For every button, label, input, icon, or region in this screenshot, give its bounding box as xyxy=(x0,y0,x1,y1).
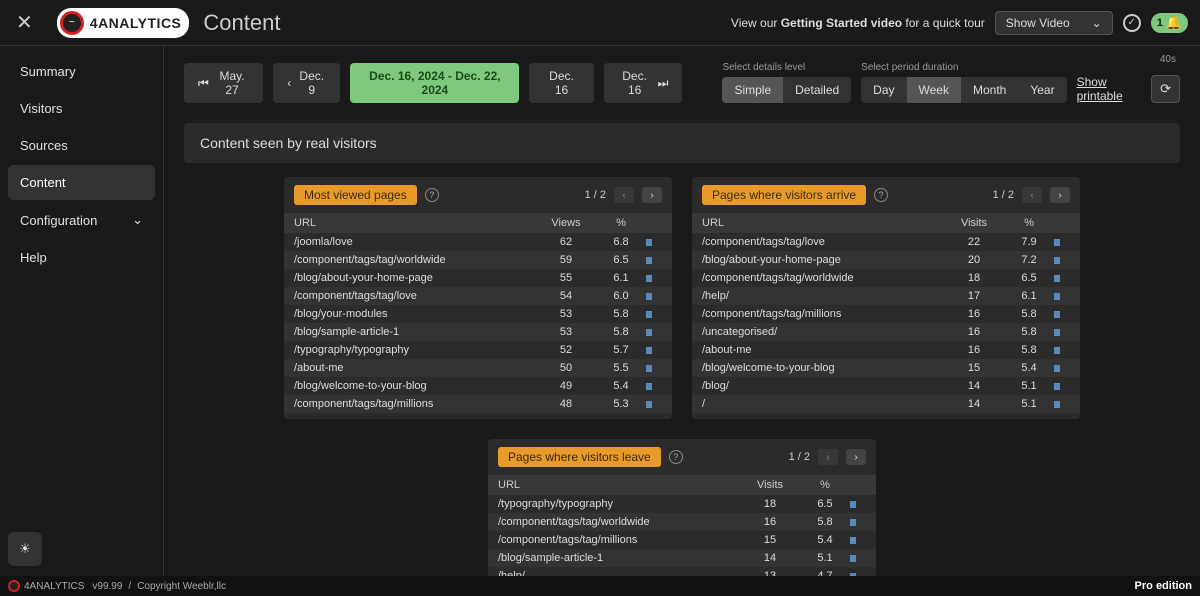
sidebar-item-configuration[interactable]: Configuration⌄ xyxy=(8,202,155,238)
sidebar-item-sources[interactable]: Sources xyxy=(8,128,155,163)
close-icon[interactable]: ✕ xyxy=(12,6,37,39)
card-title: Pages where visitors leave xyxy=(498,447,661,467)
data-card: Pages where visitors leave? 1 / 2 ‹ › URLVis… xyxy=(488,439,876,576)
table-header: URLVisits% xyxy=(488,475,876,495)
table-row[interactable]: /blog/about-your-home-page207.2 xyxy=(692,251,1080,269)
table-row[interactable]: /joomla/love626.8 xyxy=(284,233,672,251)
table-row[interactable]: /blog/145.1 xyxy=(692,377,1080,395)
data-card: Pages where visitors arrive? 1 / 2 ‹ › URLVi… xyxy=(692,177,1080,419)
chevron-down-icon: ⌄ xyxy=(132,212,143,228)
footer-logo: 4ANALYTICS xyxy=(8,580,84,592)
edition-badge: Pro edition xyxy=(1135,580,1192,592)
show-video-button[interactable]: Show Video⌄ xyxy=(995,11,1113,35)
page-next-button[interactable]: › xyxy=(1050,187,1070,203)
table-row[interactable]: /145.1 xyxy=(692,395,1080,413)
page-prev-button[interactable]: ‹ xyxy=(614,187,634,203)
table-row[interactable]: /blog/sample-article-1535.8 xyxy=(284,323,672,341)
chevron-left-icon: ‹ xyxy=(287,76,291,90)
refresh-button[interactable]: ⟳ xyxy=(1151,75,1180,103)
date-first-button[interactable]: ⏮May. 27 xyxy=(184,63,263,103)
page-info: 1 / 2 xyxy=(993,189,1014,201)
card-title: Most viewed pages xyxy=(294,185,417,205)
table-row[interactable]: /blog/welcome-to-your-blog495.4 xyxy=(284,377,672,395)
table-row[interactable]: /uncategorised/165.8 xyxy=(692,323,1080,341)
page-info: 1 / 2 xyxy=(585,189,606,201)
skip-forward-icon: ⏭ xyxy=(658,76,669,91)
date-range-active[interactable]: Dec. 16, 2024 - Dec. 22, 2024 xyxy=(350,63,519,103)
seg-day[interactable]: Day xyxy=(861,77,906,103)
table-row[interactable]: /blog/your-modules535.8 xyxy=(284,305,672,323)
page-prev-button[interactable]: ‹ xyxy=(1022,187,1042,203)
table-row[interactable]: /component/tags/tag/worldwide596.5 xyxy=(284,251,672,269)
seg-month[interactable]: Month xyxy=(961,77,1018,103)
logo-icon xyxy=(8,580,20,592)
sidebar-item-content[interactable]: Content xyxy=(8,165,155,200)
seg-detailed[interactable]: Detailed xyxy=(783,77,851,103)
detail-level-label: Select details level xyxy=(722,62,851,73)
table-row[interactable]: /blog/about-your-home-page556.1 xyxy=(284,269,672,287)
skip-back-icon: ⏮ xyxy=(198,76,209,91)
data-card: Most viewed pages? 1 / 2 ‹ › URLViews%/jooml… xyxy=(284,177,672,419)
footer-version: v99.99 xyxy=(92,581,122,592)
table-row[interactable]: /component/tags/tag/millions485.3 xyxy=(284,395,672,413)
theme-toggle-button[interactable]: ☀ xyxy=(8,532,42,566)
table-row[interactable]: /blog/welcome-to-your-blog155.4 xyxy=(692,359,1080,377)
table-row[interactable]: /typography/typography186.5 xyxy=(488,495,876,513)
table-row[interactable]: /component/tags/tag/millions155.4 xyxy=(488,531,876,549)
footer: 4ANALYTICS v99.99 / Copyright Weeblr,llc… xyxy=(0,576,1200,596)
page-info: 1 / 2 xyxy=(789,451,810,463)
table-header: URLViews% xyxy=(284,213,672,233)
brand-logo[interactable]: ~ 4ANALYTICS xyxy=(57,8,190,38)
chevron-down-icon: ⌄ xyxy=(1092,16,1102,30)
table-row[interactable]: /blog/sample-article-1145.1 xyxy=(488,549,876,567)
sidebar: SummaryVisitorsSourcesContentConfigurati… xyxy=(0,46,164,596)
main-content: 40s ⏮May. 27 ‹Dec. 9 Dec. 16, 2024 - Dec… xyxy=(164,46,1200,576)
card-title: Pages where visitors arrive xyxy=(702,185,866,205)
page-next-button[interactable]: › xyxy=(642,187,662,203)
sidebar-item-visitors[interactable]: Visitors xyxy=(8,91,155,126)
table-row[interactable]: /help/176.1 xyxy=(692,287,1080,305)
refresh-icon: ⟳ xyxy=(1160,81,1171,96)
help-icon[interactable]: ? xyxy=(425,188,439,202)
bell-icon: 🔔 xyxy=(1166,15,1182,31)
sun-icon: ☀ xyxy=(19,541,31,557)
table-header: URLVisits% xyxy=(692,213,1080,233)
brand-text: 4ANALYTICS xyxy=(90,15,182,31)
date-next-button[interactable]: Dec. 16 xyxy=(529,63,593,103)
seg-year[interactable]: Year xyxy=(1018,77,1066,103)
table-row[interactable]: /component/tags/tag/love227.9 xyxy=(692,233,1080,251)
section-title: Content seen by real visitors xyxy=(184,123,1180,163)
app-header: ✕ ~ 4ANALYTICS Content View our Getting … xyxy=(0,0,1200,46)
table-row[interactable]: /component/tags/tag/worldwide186.5 xyxy=(692,269,1080,287)
table-row[interactable]: /typography/typography525.7 xyxy=(284,341,672,359)
sidebar-item-summary[interactable]: Summary xyxy=(8,54,155,89)
footer-copyright: Copyright Weeblr,llc xyxy=(137,581,226,592)
notification-badge[interactable]: 1🔔 xyxy=(1151,13,1188,33)
seg-simple[interactable]: Simple xyxy=(722,77,783,103)
help-icon[interactable]: ? xyxy=(874,188,888,202)
period-selector: DayWeekMonthYear xyxy=(861,77,1066,103)
getting-started-text: View our Getting Started video for a qui… xyxy=(731,16,985,30)
show-printable-link[interactable]: Show printable xyxy=(1077,75,1142,103)
table-row[interactable]: /component/tags/tag/love546.0 xyxy=(284,287,672,305)
toolbar: 40s ⏮May. 27 ‹Dec. 9 Dec. 16, 2024 - Dec… xyxy=(164,46,1200,119)
logo-icon: ~ xyxy=(60,11,84,35)
date-last-button[interactable]: Dec. 16⏭ xyxy=(604,63,683,103)
check-icon[interactable]: ✓ xyxy=(1123,14,1141,32)
page-title: Content xyxy=(203,10,280,36)
period-label: Select period duration xyxy=(861,62,1066,73)
date-prev-button[interactable]: ‹Dec. 9 xyxy=(273,63,340,103)
table-row[interactable]: /about-me505.5 xyxy=(284,359,672,377)
sidebar-item-help[interactable]: Help xyxy=(8,240,155,275)
help-icon[interactable]: ? xyxy=(669,450,683,464)
table-row[interactable]: /about-me165.8 xyxy=(692,341,1080,359)
seg-week[interactable]: Week xyxy=(907,77,961,103)
table-row[interactable]: /component/tags/tag/worldwide165.8 xyxy=(488,513,876,531)
table-row[interactable]: /component/tags/tag/millions165.8 xyxy=(692,305,1080,323)
page-prev-button[interactable]: ‹ xyxy=(818,449,838,465)
page-next-button[interactable]: › xyxy=(846,449,866,465)
refresh-countdown: 40s xyxy=(1160,54,1176,65)
detail-level-selector: SimpleDetailed xyxy=(722,77,851,103)
table-row[interactable]: /help/134.7 xyxy=(488,567,876,576)
